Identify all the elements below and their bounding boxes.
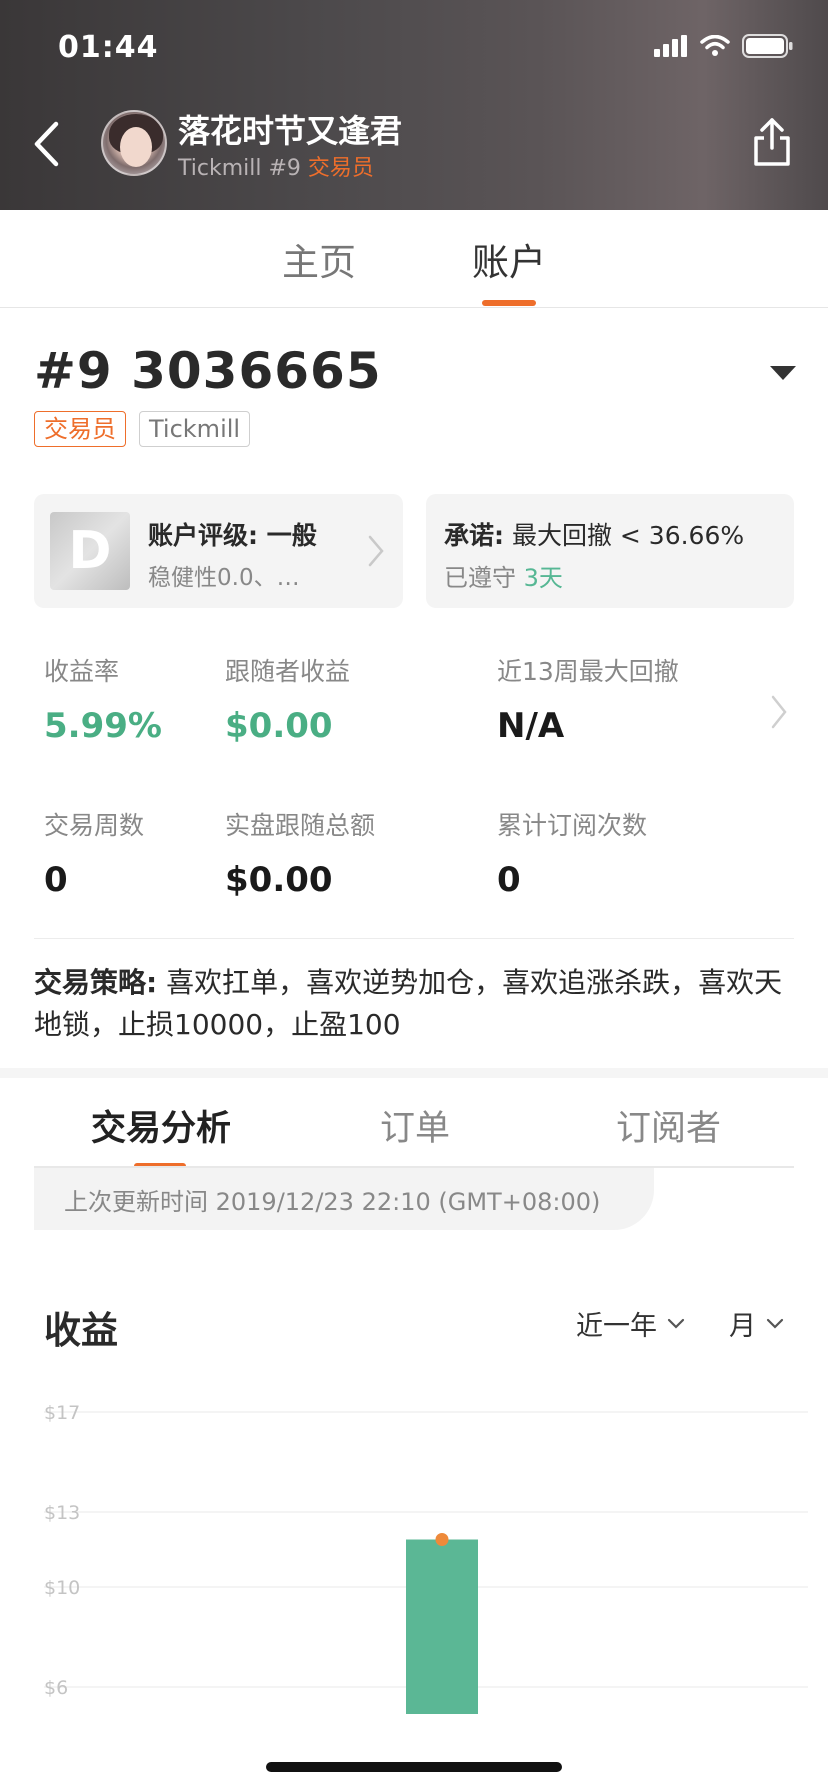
- promise-kept: 已遵守 3天: [444, 558, 563, 593]
- data-point-marker: [435, 1533, 449, 1546]
- stat-value-return: 5.99%: [44, 706, 162, 746]
- y-tick-label: $6: [44, 1677, 68, 1699]
- strategy-label: 交易策略:: [34, 966, 158, 999]
- period-filter[interactable]: 近一年: [576, 1304, 685, 1343]
- promise-kept-days: 3天: [523, 564, 563, 592]
- last-update-time: 上次更新时间 2019/12/23 22:10 (GMT+08:00): [64, 1188, 601, 1216]
- broker-line: Tickmill #9: [178, 156, 301, 181]
- home-indicator: [266, 1762, 562, 1772]
- account-dropdown-caret-icon[interactable]: [770, 366, 796, 380]
- section-separator: [0, 1068, 828, 1078]
- broker-badge: Tickmill: [139, 411, 251, 447]
- profile-header: 01:44 落花时节又逢君 Tickmill #9 交易员: [0, 0, 828, 210]
- share-icon: [754, 118, 790, 166]
- active-tab-indicator: [482, 300, 536, 306]
- rating-subtitle: 稳健性0.0、…: [148, 565, 300, 591]
- stat-value-subscriptions: 0: [497, 860, 521, 900]
- chevron-right-icon: [368, 535, 384, 567]
- stat-value-live-follow-total: $0.00: [225, 860, 333, 900]
- chevron-right-icon[interactable]: [770, 694, 788, 730]
- role-badge: 交易员: [34, 411, 126, 447]
- interval-filter[interactable]: 月: [729, 1304, 784, 1343]
- tab-account[interactable]: 账户: [472, 232, 546, 286]
- trader-role: 交易员: [307, 156, 374, 181]
- chevron-down-icon: [766, 1318, 784, 1329]
- wifi-icon: [700, 35, 730, 56]
- stat-label-subscriptions: 累计订阅次数: [497, 811, 648, 840]
- status-icons: [654, 34, 794, 58]
- trader-subtitle: Tickmill #9 交易员: [178, 150, 374, 182]
- promise-kept-label: 已遵守: [444, 564, 516, 592]
- status-time: 01:44: [58, 30, 159, 65]
- chevron-left-icon: [34, 121, 59, 167]
- account-number: #9 3036665: [34, 342, 382, 400]
- y-tick-label: $13: [44, 1502, 80, 1524]
- battery-icon: [742, 34, 793, 58]
- earnings-title: 收益: [44, 1309, 118, 1352]
- interval-filter-label: 月: [729, 1311, 756, 1342]
- period-filter-label: 近一年: [576, 1311, 657, 1342]
- stat-value-follower-profit: $0.00: [225, 706, 333, 746]
- earnings-chart: $17 $13 $10 $6: [44, 1402, 808, 1715]
- trading-strategy: 交易策略: 喜欢扛单，喜欢逆势加仓，喜欢追涨杀跌，喜欢天地锁，止损10000，止…: [34, 962, 798, 1046]
- rating-title: 账户评级: 一般: [148, 521, 317, 550]
- stat-label-return: 收益率: [44, 657, 120, 686]
- stat-label-trade-weeks: 交易周数: [44, 811, 145, 840]
- promise-value: 最大回撤 < 36.66%: [511, 521, 745, 550]
- avatar[interactable]: [101, 110, 167, 176]
- tab-orders[interactable]: 订单: [380, 1100, 450, 1151]
- tab-home[interactable]: 主页: [282, 232, 356, 286]
- y-tick-label: $17: [44, 1402, 80, 1424]
- tab-trade-analysis[interactable]: 交易分析: [91, 1100, 231, 1151]
- analysis-tabs: 交易分析 订单 订阅者: [0, 1078, 828, 1169]
- promise-title: 承诺: 最大回撤 < 36.66%: [444, 516, 744, 552]
- promise-label: 承诺:: [444, 521, 504, 550]
- stat-label-follower-profit: 跟随者收益: [225, 657, 351, 686]
- rating-card[interactable]: D 账户评级: 一般 稳健性0.0、…: [34, 494, 403, 608]
- stat-label-live-follow-total: 实盘跟随总额: [225, 811, 376, 840]
- cellular-signal-icon: [654, 35, 687, 57]
- stat-value-max-drawdown: N/A: [497, 706, 565, 746]
- y-tick-label: $10: [44, 1577, 80, 1599]
- promise-card[interactable]: 承诺: 最大回撤 < 36.66% 已遵守 3天: [426, 494, 794, 608]
- trader-name: 落花时节又逢君: [178, 112, 403, 150]
- grade-badge: D: [50, 512, 130, 590]
- bar[interactable]: [406, 1539, 478, 1715]
- share-button[interactable]: [750, 116, 794, 168]
- stat-value-trade-weeks: 0: [44, 860, 68, 900]
- divider: [34, 938, 794, 939]
- chevron-down-icon: [667, 1318, 685, 1329]
- stat-label-max-drawdown: 近13周最大回撤: [497, 657, 679, 686]
- update-time-bar: 上次更新时间 2019/12/23 22:10 (GMT+08:00): [34, 1168, 654, 1230]
- main-tabs: 主页 账户: [0, 210, 828, 308]
- back-button[interactable]: [26, 116, 66, 172]
- tab-subscribers[interactable]: 订阅者: [616, 1100, 721, 1151]
